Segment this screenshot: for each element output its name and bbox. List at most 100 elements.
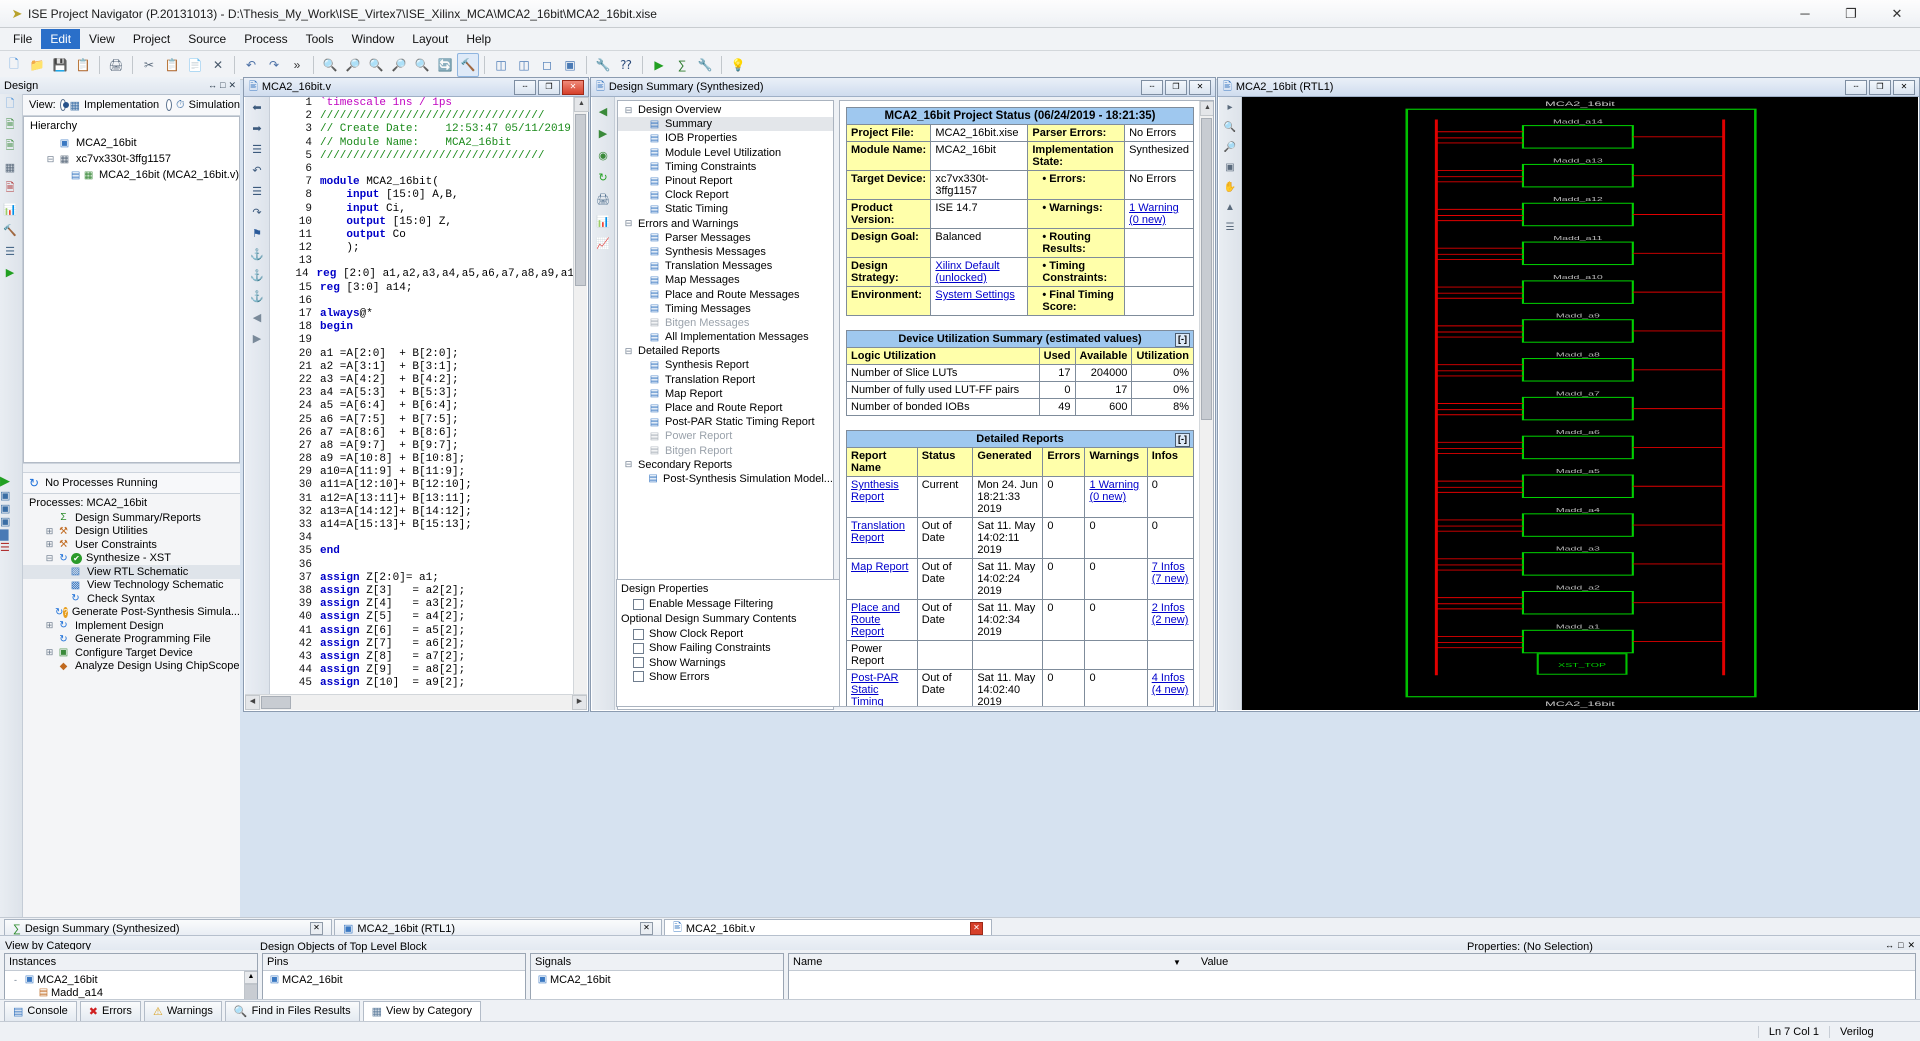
project-status-link[interactable]: Xilinx Default (unlocked) [935,260,999,284]
summary-forward-icon[interactable]: ▶ [592,122,614,144]
summary-refresh-icon[interactable]: ↻ [592,166,614,188]
process-row[interactable]: Σ Design Summary/Reports [23,511,240,525]
instance-row-1[interactable]: ▤ Madd_a14 [9,986,253,999]
instance-row-0[interactable]: - ▣ MCA2_16bit [9,973,253,986]
rtl-zoom-out-icon[interactable]: 🔎 [1219,137,1241,157]
mdi-tab-verilog-close[interactable]: ✕ [970,922,983,935]
summary-tree-row[interactable]: ▤ Post-PAR Static Timing Report [618,415,833,429]
run-process-icon[interactable]: ▶ [0,473,22,489]
summary-back-icon[interactable]: ◀ [592,100,614,122]
summary-home-icon[interactable]: ◉ [592,144,614,166]
summary-vscroll-thumb[interactable] [1201,118,1212,420]
process-row[interactable]: ↻? Generate Post-Synthesis Simula... [23,606,240,620]
manual-compile-icon[interactable]: ▦ [0,157,20,178]
minimize-button[interactable]: ─ [1782,1,1828,27]
report-warnings-cell[interactable]: 1 Warning (0 new) [1084,476,1148,518]
rtl-fit-icon[interactable]: ▣ [1219,157,1241,177]
process-tree[interactable]: Processes: MCA2_16bit Σ Design Summary/Re… [23,494,240,919]
rtl-toggle-icon[interactable]: ☰ [1219,217,1241,237]
summary-tree-row[interactable]: ▤ IOB Properties [618,131,833,145]
prev-bookmark-icon[interactable]: ⚓ [245,265,269,286]
report-name-cell[interactable]: Translation Report [846,517,918,559]
summary-expander[interactable]: ⊟ [622,459,635,470]
summary-tree-row[interactable]: ▤ Synthesis Messages [618,245,833,259]
summary-expander[interactable]: ⊟ [622,346,635,357]
summary-print-icon[interactable]: 🖨 [592,188,614,210]
optional-content-row[interactable]: Show Failing Constraints [621,641,836,655]
bottom-tab-warnings[interactable]: ⚠ Warnings [143,1000,222,1022]
new-window-icon[interactable]: ▣ [559,53,581,77]
summary-minimize-button[interactable]: ┄ [1141,79,1163,95]
lightbulb-icon[interactable]: 💡 [727,53,749,77]
cut-icon[interactable]: ✂ [138,53,160,77]
properties-sort-icon[interactable]: ▼ [1173,958,1181,967]
summary-expander[interactable]: ⊟ [622,218,635,229]
design-goals-strategies-icon[interactable]: 🔨 [0,220,20,241]
process-row[interactable]: ↻ Check Syntax [23,592,240,606]
summary-tree-row[interactable]: ▤ Timing Constraints [618,160,833,174]
nav-back-icon[interactable]: ◀ [245,307,269,328]
optional-content-checkbox[interactable] [633,642,644,654]
run-strip-icon[interactable]: ▶ [0,262,20,283]
save-all-icon[interactable]: 📋 [72,53,94,77]
summary-tree-row[interactable]: ▤ Place and Route Report [618,401,833,415]
hierarchy-tree[interactable]: Hierarchy ▣ MCA2_16bit ⊟ ▦ xc7vx330t-3ffg115… [23,116,240,463]
summary-tree-row[interactable]: ⊟ Detailed Reports [618,344,833,358]
report-name-cell[interactable]: Map Report [846,558,918,600]
scroll-left-button[interactable]: ◀ [245,695,260,710]
process-expander[interactable]: ⊞ [43,647,56,658]
dock-pin-icon[interactable]: □ [220,80,225,91]
summary-report-icon[interactable]: 📊 [592,210,614,232]
panel-splitter[interactable] [23,463,240,473]
comment-icon[interactable]: ☰ [245,139,269,160]
report-infos-cell[interactable]: 2 Infos (2 new) [1146,599,1195,641]
process-row[interactable]: ◆ Analyze Design Using ChipScope [23,660,240,674]
summary-tree-row[interactable]: ▤ Post-Synthesis Simulation Model... [618,472,833,486]
summary-tree-row[interactable]: ▤ Bitgen Messages [618,316,833,330]
summary-tree-row[interactable]: ▤ Map Report [618,387,833,401]
project-status-link2[interactable]: 1 Warning (0 new) [1129,202,1179,226]
editor-horizontal-scrollbar[interactable]: ◀ ▶ [245,694,587,710]
simulation-label[interactable]: Simulation [189,99,240,111]
hierarchy-expander[interactable]: ⊟ [44,154,57,165]
bookmark-icon[interactable]: ⚑ [245,223,269,244]
process-row[interactable]: ⊞ ↻ Implement Design [23,619,240,633]
menu-process[interactable]: Process [235,29,296,49]
rtl-zoom-in-icon[interactable]: 🔍 [1219,117,1241,137]
summary-tree-row[interactable]: ▤ Bitgen Report [618,444,833,458]
implementation-label[interactable]: Implementation [84,99,159,111]
close-button[interactable]: ✕ [1874,1,1920,27]
report-name-link[interactable]: Post-PAR Static Timing Report [851,672,898,706]
editor-restore-button[interactable]: ❐ [538,79,560,95]
optional-content-row[interactable]: Show Clock Report [621,627,836,641]
instances-scroll-up[interactable]: ▲ [244,971,257,984]
summary-tree-row[interactable]: ▤ All Implementation Messages [618,330,833,344]
project-status-value[interactable]: Xilinx Default (unlocked) [930,257,1029,287]
zoom-selection-icon[interactable]: 🔍 [411,53,433,77]
report-name-cell[interactable]: Synthesis Report [846,476,918,518]
summary-tree-row[interactable]: ▤ Timing Messages [618,302,833,316]
rtl-minimize-button[interactable]: ┄ [1845,79,1867,95]
unalign-icon[interactable]: ↷ [245,202,269,223]
new-file-icon[interactable]: 🗋 [3,53,25,77]
summary-restore-button[interactable]: ❐ [1165,79,1187,95]
pins-list[interactable]: ▣ MCA2_16bit [263,971,525,988]
summary-tree-row[interactable]: ▤ Module Level Utilization [618,146,833,160]
hierarchy-row[interactable]: ▣ MCA2_16bit [24,135,239,151]
summary-tree-row[interactable]: ▤ Place and Route Messages [618,287,833,301]
tile-horizontal-icon[interactable]: ◫ [490,53,512,77]
signals-row-0[interactable]: ▣ MCA2_16bit [535,973,779,986]
properties-icon[interactable]: ☰ [0,241,20,262]
summary-tree-row[interactable]: ⊟ Secondary Reports [618,458,833,472]
open-file-icon[interactable]: 📁 [26,53,48,77]
bottom-tab-errors[interactable]: ✖ Errors [79,1000,141,1022]
optional-content-row[interactable]: Show Errors [621,670,836,684]
summary-icon[interactable]: ∑ [671,53,693,77]
save-icon[interactable]: 💾 [49,53,71,77]
cascade-icon[interactable]: ◻ [536,53,558,77]
scroll-up-button[interactable]: ▲ [574,97,589,112]
project-status-value[interactable]: System Settings [930,286,1029,316]
summary-close-button[interactable]: ✕ [1189,79,1211,95]
mdi-tab-design-summary-close[interactable]: ✕ [310,922,323,935]
report-name-cell[interactable]: Place and Route Report [846,599,918,641]
